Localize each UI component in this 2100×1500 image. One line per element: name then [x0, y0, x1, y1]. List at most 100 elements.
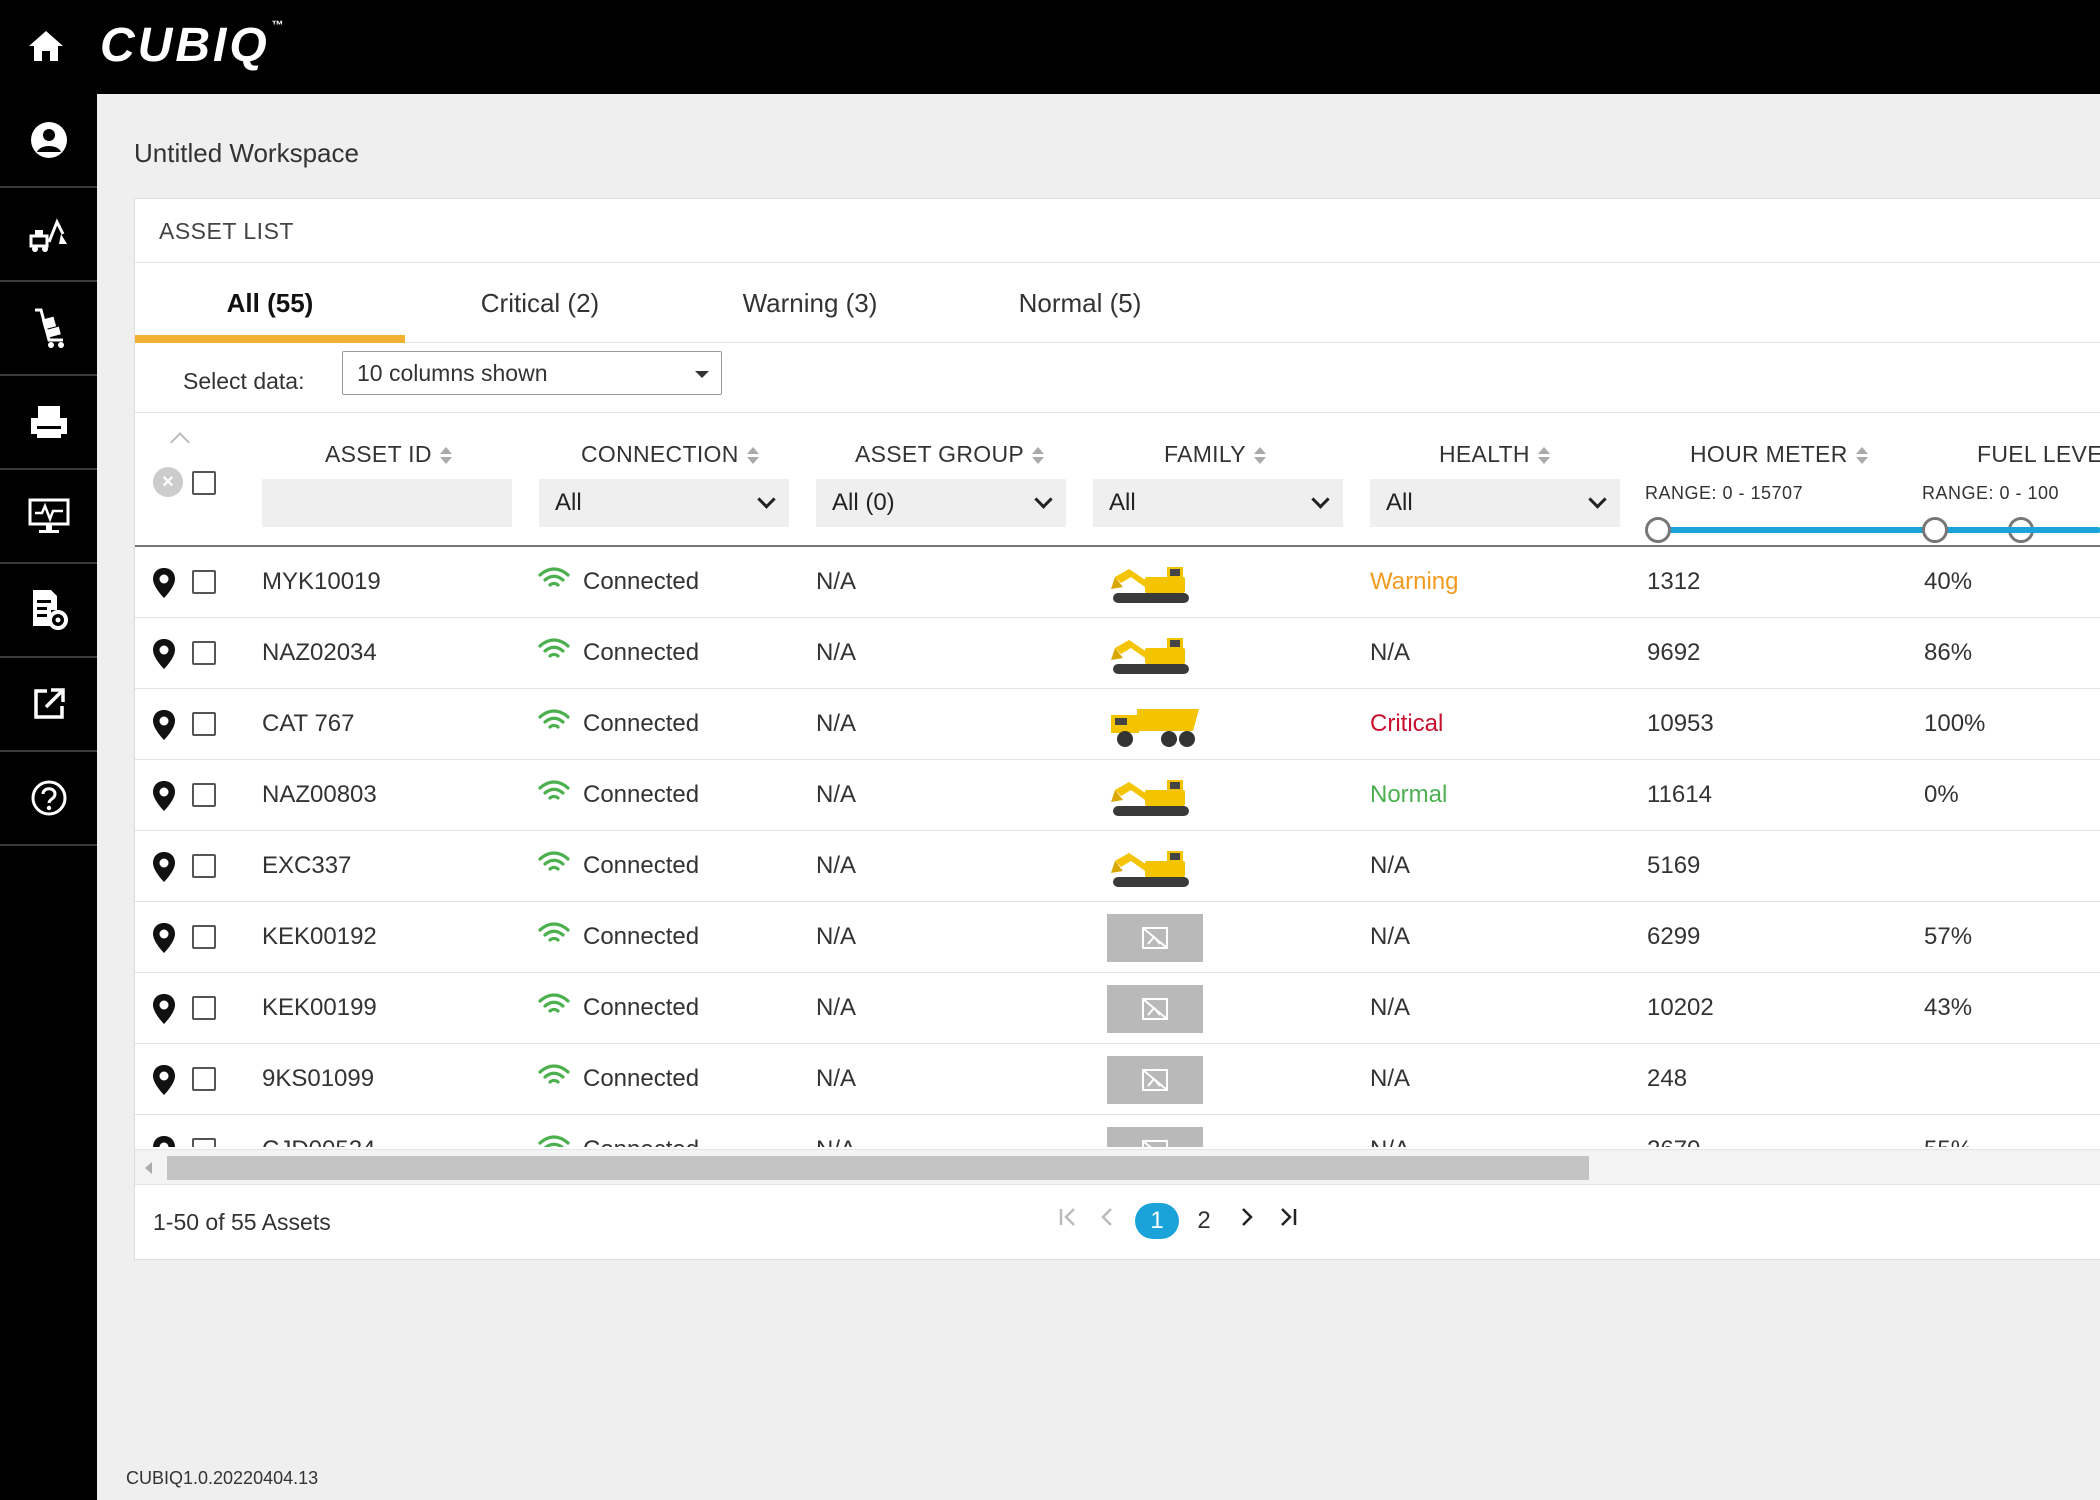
asset-id-cell[interactable]: CJD00524 — [262, 1115, 375, 1147]
table-row[interactable]: KEK00199 Connected N/A N/A 10202 43% — [135, 973, 2100, 1044]
map-pin-icon[interactable] — [151, 851, 177, 883]
col-hour-meter[interactable]: HOUR METER — [1690, 441, 1868, 468]
asset-id-cell[interactable]: CAT 767 — [262, 689, 355, 759]
map-pin-icon[interactable] — [151, 1135, 177, 1147]
last-page-icon[interactable] — [1273, 1203, 1303, 1239]
horizontal-scrollbar[interactable] — [135, 1149, 2100, 1185]
first-page-icon[interactable] — [1053, 1203, 1083, 1239]
sort-icon[interactable] — [1855, 445, 1868, 467]
fuel-level-cell: 86% — [1924, 639, 1973, 666]
scroll-left-icon[interactable] — [145, 1162, 152, 1174]
connection-filter-select[interactable]: All — [539, 479, 789, 527]
columns-select[interactable]: 10 columns shown — [342, 351, 722, 395]
table-row[interactable]: CAT 767 Connected N/A Critical 10953 100% — [135, 689, 2100, 760]
table-row[interactable]: NAZ02034 Connected N/A N/A 9692 86% — [135, 618, 2100, 689]
asset-id-cell[interactable]: KEK00192 — [262, 902, 377, 972]
col-health[interactable]: HEALTH — [1439, 441, 1550, 468]
clear-filters-icon[interactable]: × — [153, 467, 183, 497]
connection-icon-wrap — [537, 831, 577, 901]
table-row[interactable]: MYK10019 Connected N/A Warning 1312 40% — [135, 547, 2100, 618]
col-asset-group[interactable]: ASSET GROUP — [855, 441, 1045, 468]
sort-icon[interactable] — [1032, 445, 1045, 467]
sidebar-item-reports[interactable] — [0, 376, 97, 470]
col-asset-id[interactable]: ASSET ID — [325, 441, 452, 468]
col-family[interactable]: FAMILY — [1164, 441, 1266, 468]
map-pin-icon[interactable] — [151, 922, 177, 954]
row-checkbox[interactable] — [192, 712, 216, 736]
map-pin-icon[interactable] — [151, 567, 177, 599]
select-all-checkbox[interactable] — [192, 471, 216, 495]
row-checkbox[interactable] — [192, 783, 216, 807]
excavator-icon — [1111, 851, 1189, 887]
tab-normal[interactable]: Normal (5) — [945, 263, 1215, 343]
row-checkbox[interactable] — [192, 1138, 216, 1147]
prev-page-icon[interactable] — [1095, 1203, 1121, 1239]
sidebar-item-help[interactable] — [0, 752, 97, 846]
sidebar-item-monitor[interactable] — [0, 470, 97, 564]
table-row[interactable]: NAZ00803 Connected N/A Normal 11614 0% — [135, 760, 2100, 831]
collapse-up-icon[interactable] — [170, 432, 190, 452]
fuel-level-cell: 40% — [1924, 568, 1973, 595]
family-image — [1107, 772, 1203, 820]
map-pin-icon[interactable] — [151, 1064, 177, 1096]
asset-id-filter-input[interactable] — [262, 479, 512, 527]
map-pin-icon[interactable] — [151, 993, 177, 1025]
asset-id-cell[interactable]: EXC337 — [262, 831, 351, 901]
table-row[interactable]: CJD00524 Connected N/A N/A 2670 55% — [135, 1115, 2100, 1147]
row-checkbox[interactable] — [192, 1067, 216, 1091]
external-link-icon — [33, 688, 65, 719]
connection-cell: Connected — [583, 639, 700, 666]
sort-icon[interactable] — [1537, 445, 1550, 467]
page-2-button[interactable]: 2 — [1189, 1203, 1219, 1239]
map-pin-icon[interactable] — [151, 780, 177, 812]
table-row[interactable]: 9KS01099 Connected N/A N/A 248 — [135, 1044, 2100, 1115]
sidebar-item-external[interactable] — [0, 658, 97, 752]
sort-icon[interactable] — [1253, 445, 1266, 467]
asset-id-cell[interactable]: NAZ02034 — [262, 618, 377, 688]
row-checkbox[interactable] — [192, 996, 216, 1020]
asset-group-filter-select[interactable]: All (0) — [816, 479, 1066, 527]
sidebar-item-profile[interactable] — [0, 94, 97, 188]
map-pin-icon[interactable] — [151, 709, 177, 741]
home-button[interactable] — [22, 22, 70, 70]
fuel-level-min-handle[interactable] — [1922, 517, 1948, 543]
table-row[interactable]: KEK00192 Connected N/A N/A 6299 57% — [135, 902, 2100, 973]
chevron-down-icon — [1034, 490, 1053, 509]
asset-id-cell[interactable]: MYK10019 — [262, 547, 381, 617]
row-checkbox[interactable] — [192, 641, 216, 665]
hour-meter-min-handle[interactable] — [1645, 517, 1671, 543]
health-filter-select[interactable]: All — [1370, 479, 1620, 527]
wifi-connected-icon — [538, 851, 570, 871]
col-connection[interactable]: CONNECTION — [581, 441, 759, 468]
next-page-icon[interactable] — [1233, 1203, 1259, 1239]
sidebar-item-parts[interactable] — [0, 282, 97, 376]
asset-group-cell: N/A — [816, 1065, 857, 1092]
fuel-level-slider-track[interactable] — [1935, 527, 2100, 533]
app-version: CUBIQ1.0.20220404.13 — [126, 1468, 319, 1488]
tab-all[interactable]: All (55) — [135, 263, 405, 343]
asset-id-cell[interactable]: KEK00199 — [262, 973, 377, 1043]
sort-icon[interactable] — [746, 445, 759, 467]
page-1-button[interactable]: 1 — [1135, 1203, 1179, 1239]
asset-group-cell: N/A — [816, 852, 857, 879]
family-filter-select[interactable]: All — [1093, 479, 1343, 527]
connection-icon-wrap — [537, 1044, 577, 1114]
monitor-icon — [28, 498, 69, 533]
tab-warning[interactable]: Warning (3) — [675, 263, 945, 343]
sidebar-item-machines[interactable] — [0, 188, 97, 282]
tab-critical[interactable]: Critical (2) — [405, 263, 675, 343]
col-fuel-level[interactable]: FUEL LEVEL — [1977, 441, 2100, 468]
home-icon — [29, 31, 63, 61]
sidebar-item-document-settings[interactable] — [0, 564, 97, 658]
scrollbar-thumb[interactable] — [167, 1156, 1589, 1180]
row-checkbox[interactable] — [192, 854, 216, 878]
asset-id-cell[interactable]: 9KS01099 — [262, 1044, 374, 1114]
asset-id-cell[interactable]: NAZ00803 — [262, 760, 377, 830]
table-row[interactable]: EXC337 Connected N/A N/A 5169 — [135, 831, 2100, 902]
row-checkbox[interactable] — [192, 570, 216, 594]
row-checkbox[interactable] — [192, 925, 216, 949]
caret-down-icon — [695, 371, 709, 378]
map-pin-icon[interactable] — [151, 638, 177, 670]
connection-icon-wrap — [537, 973, 577, 1043]
sort-icon[interactable] — [439, 445, 452, 467]
